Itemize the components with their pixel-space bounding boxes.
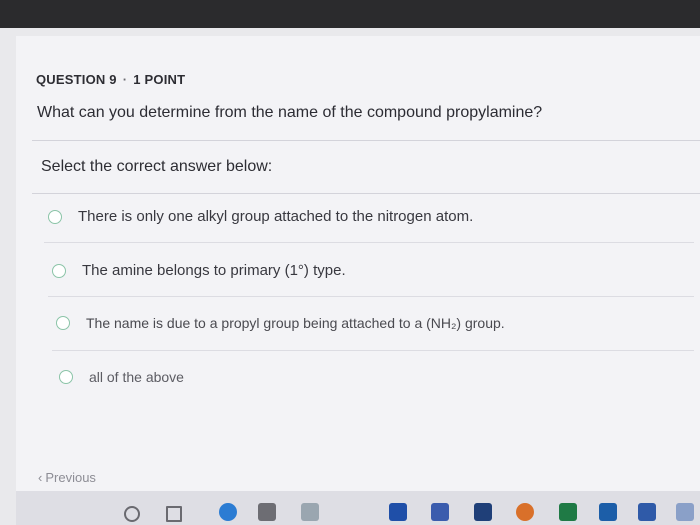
previous-label: Previous (45, 470, 96, 485)
option-label: There is only one alkyl group attached t… (78, 208, 474, 225)
question-header: QUESTION 9 · 1 POINT (36, 72, 185, 87)
taskbar (16, 491, 700, 525)
app-icon[interactable] (676, 503, 694, 521)
question-text: What can you determine from the name of … (37, 104, 543, 121)
question-number: QUESTION 9 (36, 72, 117, 87)
excel-icon[interactable] (559, 503, 577, 521)
divider (32, 140, 700, 141)
answer-option[interactable]: There is only one alkyl group attached t… (48, 208, 473, 225)
option-label: The name is due to a propyl group being … (86, 315, 505, 331)
onedrive-icon[interactable] (474, 503, 492, 521)
word-icon[interactable] (638, 503, 656, 521)
firefox-icon[interactable] (516, 503, 534, 521)
option-label: The amine belongs to primary (1°) type. (82, 262, 346, 279)
file-explorer-icon[interactable] (258, 503, 276, 521)
answer-option[interactable]: The amine belongs to primary (1°) type. (52, 262, 346, 279)
previous-arrow-icon: ‹ (38, 470, 43, 485)
radio-button[interactable] (59, 370, 73, 384)
search-icon[interactable] (124, 506, 140, 522)
task-view-icon[interactable] (166, 506, 182, 522)
option-divider (48, 296, 694, 297)
answer-option[interactable]: all of the above (59, 369, 184, 385)
option-divider (52, 350, 694, 351)
previous-button[interactable]: ‹ Previous (38, 470, 96, 485)
question-points: 1 POINT (133, 72, 186, 87)
instruction-text: Select the correct answer below: (41, 158, 273, 175)
option-divider (44, 242, 694, 243)
screen: QUESTION 9 · 1 POINT What can you determ… (0, 28, 700, 525)
edge-icon[interactable] (219, 503, 237, 521)
onenote-icon[interactable] (431, 503, 449, 521)
quiz-panel: QUESTION 9 · 1 POINT What can you determ… (16, 36, 700, 525)
radio-button[interactable] (56, 316, 70, 330)
radio-button[interactable] (52, 263, 66, 278)
radio-button[interactable] (48, 209, 62, 224)
store-icon[interactable] (301, 503, 319, 521)
acrobat-icon[interactable] (599, 503, 617, 521)
answer-option[interactable]: The name is due to a propyl group being … (56, 315, 505, 331)
divider (32, 193, 700, 194)
header-separator: · (122, 72, 128, 87)
option-label: all of the above (89, 369, 184, 385)
dropbox-icon[interactable] (389, 503, 407, 521)
